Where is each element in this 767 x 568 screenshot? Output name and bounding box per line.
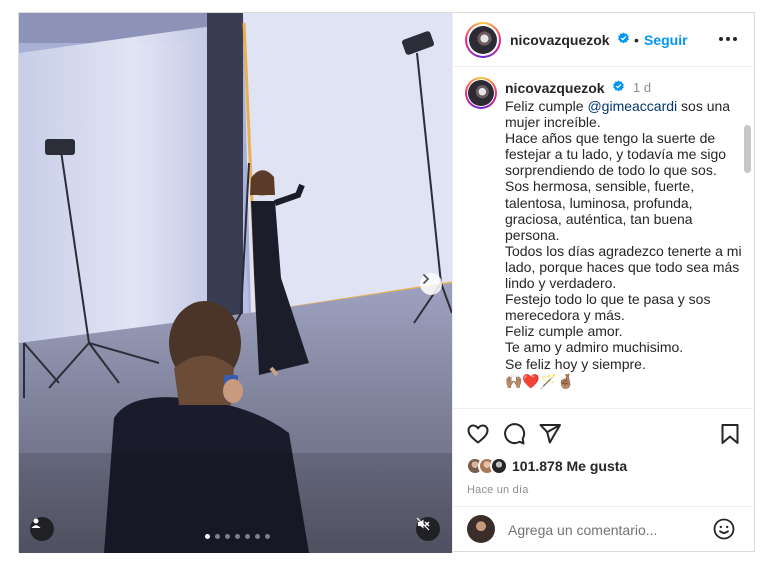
carousel-dot [265,534,270,539]
carousel-indicator [205,534,270,539]
caption-scroll-area[interactable]: nicovazquezok 1 d Feliz cumple @gimeacca… [453,68,756,408]
caption-line: merecedora y más. [505,307,625,324]
heart-icon[interactable] [466,422,490,446]
caption-line: Feliz cumple amor. [505,323,623,340]
caption-text: Feliz cumple @gimeaccardi sos una mujer … [505,98,743,389]
more-horizontal-icon [719,37,723,41]
user-tags-button[interactable] [30,517,54,541]
chevron-right-icon [423,274,430,284]
caption-line: sorprendiendo de todo lo que sos. [505,162,717,179]
carousel-dot [225,534,230,539]
caption-line: Festejo todo lo que te pasa y sos [505,291,711,308]
caption-emojis: 🙌🏽❤️🪄🤞🏽 [505,372,575,389]
carousel-dot [255,534,260,539]
header-username[interactable]: nicovazquezok [510,32,610,48]
caption-avatar[interactable] [468,80,494,106]
bookmark-icon[interactable] [718,422,742,446]
post-media[interactable] [19,13,452,553]
caption-line: Se feliz hoy y siempre. [505,355,646,372]
post-date: Hace un día [467,484,529,496]
verified-badge-icon [618,32,629,44]
post-side-panel: nicovazquezok • Seguir nicovazquezok 1 d… [452,13,756,553]
likes-summary[interactable]: 101.878 Me gusta [466,456,627,476]
caption-line: Sos hermosa, sensible, fuerte, [505,178,695,195]
smiley-face-icon[interactable] [712,517,736,541]
separator-dot: • [634,32,639,48]
paper-plane-icon[interactable] [538,422,562,446]
post-time: 1 d [633,80,652,95]
caption-line: Feliz cumple @gimeaccardi sos una [505,98,731,114]
carousel-dot [245,534,250,539]
instagram-post: nicovazquezok • Seguir nicovazquezok 1 d… [18,12,756,553]
caption-line: lado, porque haces que todo sea más [505,258,740,275]
caption-scrollbar[interactable] [744,125,751,173]
verified-badge-icon [613,80,624,92]
caption-line: talentosa, luminosa, profunda, [505,194,693,211]
caption-line: persona. [505,226,560,243]
carousel-dot [205,534,210,539]
caption-line: lindo y verdadero. [505,275,617,292]
next-photo-button[interactable] [420,273,442,295]
carousel-dot [235,534,240,539]
comment-bubble-icon[interactable] [502,422,526,446]
user-tag-icon [31,518,41,528]
post-header: nicovazquezok • Seguir [453,13,756,67]
caption-line: festejar a tu lado, y todavía me sigo [505,146,727,163]
photoshoot-scene [19,13,452,553]
carousel-dot [215,534,220,539]
caption-username[interactable]: nicovazquezok [505,80,605,96]
caption-line: Hace años que tengo la suerte de [505,130,716,147]
avatar[interactable] [469,26,497,54]
current-user-avatar [467,515,495,543]
caption-line: mujer increíble. [505,114,601,131]
more-options-button[interactable] [719,37,737,41]
caption-line: graciosa, auténtica, tan buena [505,210,693,227]
audio-toggle-button[interactable] [416,517,440,541]
caption-line: Todos los días agradezco tenerte a mi [505,242,742,259]
comment-input[interactable] [508,520,698,540]
comment-bar [453,506,756,553]
muted-speaker-icon [416,517,430,531]
follow-button[interactable]: Seguir [644,32,688,48]
caption-line: Te amo y admiro muchisimo. [505,339,684,356]
liker-avatar [490,457,508,475]
mention-link[interactable]: @gimeaccardi [587,98,677,114]
likes-count[interactable]: 101.878 Me gusta [512,458,627,474]
